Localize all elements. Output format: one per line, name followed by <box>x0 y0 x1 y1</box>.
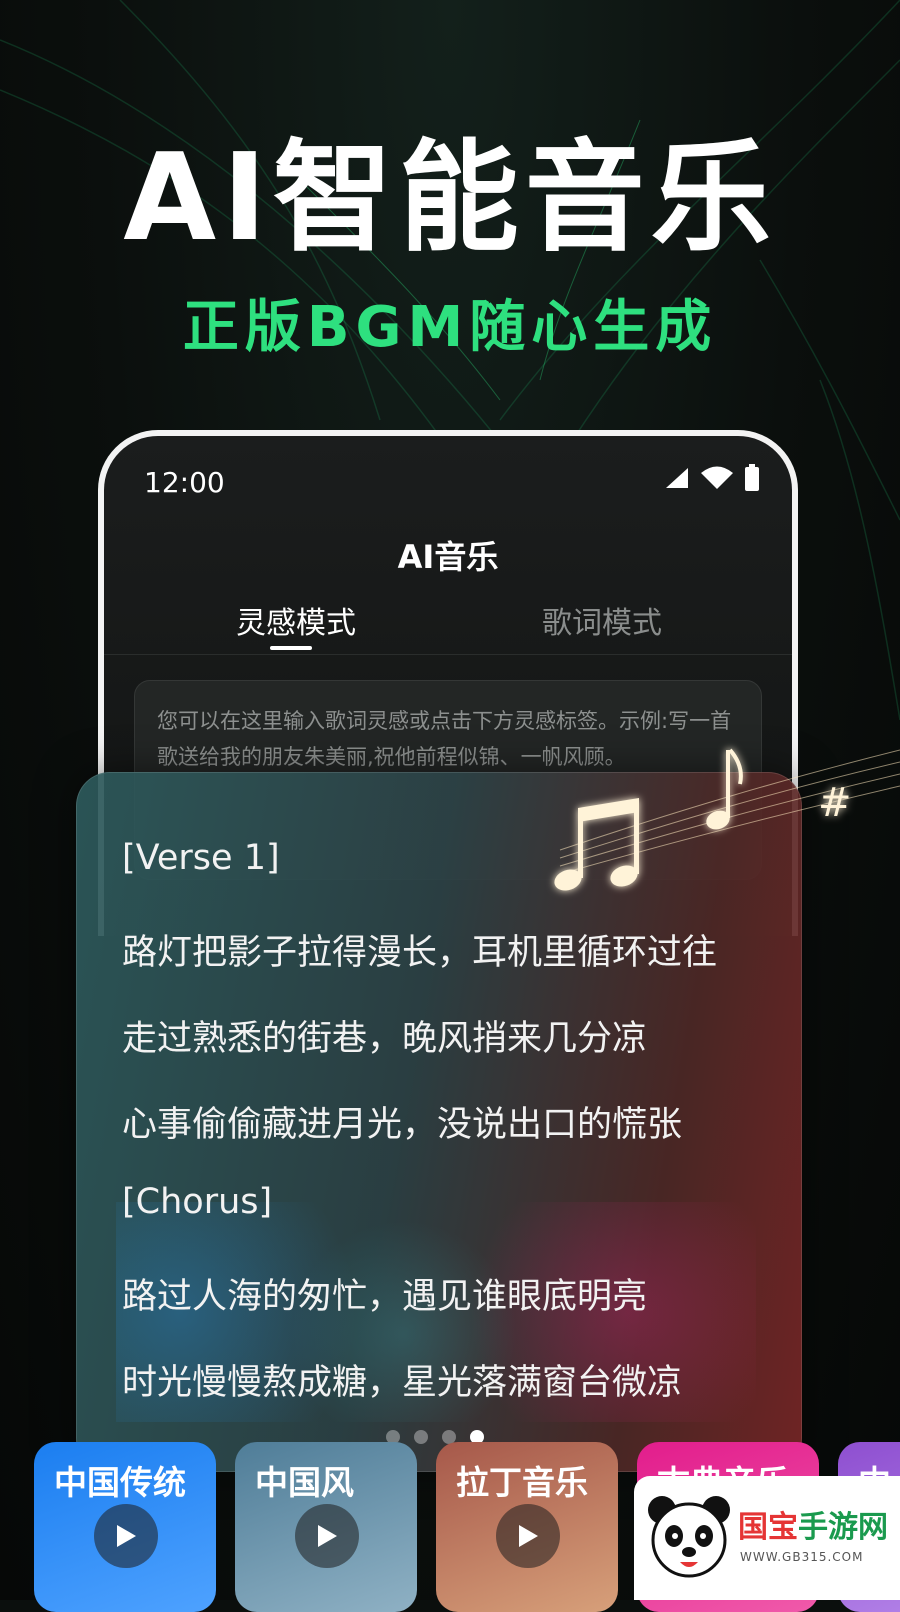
battery-icon <box>745 464 759 491</box>
music-notes-icon: # <box>554 748 900 891</box>
play-icon <box>519 1525 538 1547</box>
lyric-line: 时光慢慢熬成糖，星光落满窗台微凉 <box>122 1363 683 1403</box>
lyric-line: [Chorus] <box>122 1182 273 1222</box>
carousel-dot[interactable] <box>414 1430 428 1444</box>
genre-tile-chinese-style[interactable]: 中国风 <box>235 1442 417 1612</box>
genre-label: 拉丁音乐 <box>456 1463 588 1502</box>
tab-inspiration-mode[interactable]: 灵感模式 <box>236 598 356 642</box>
play-icon <box>117 1525 136 1547</box>
site-watermark: 国宝手游网 WWW.GB315.COM <box>634 1476 900 1600</box>
tab-divider <box>104 654 792 655</box>
lyric-line: 路灯把影子拉得漫长，耳机里循环过往 <box>122 933 718 973</box>
genre-label: 中国传统 <box>54 1463 186 1502</box>
status-time: 12:00 <box>144 466 225 499</box>
app-title: AI音乐 <box>397 538 499 576</box>
lyric-line: 心事偷偷藏进月光，没说出口的慌张 <box>122 1105 683 1145</box>
signal-icon <box>666 468 688 488</box>
svg-text:#: # <box>818 780 852 826</box>
play-icon <box>318 1525 337 1547</box>
tab-lyrics-mode[interactable]: 歌词模式 <box>542 598 662 642</box>
lyric-line: 走过熟悉的街巷，晚风捎来几分凉 <box>122 1019 648 1059</box>
lyric-line: [Verse 1] <box>122 838 280 878</box>
wifi-icon <box>701 466 733 489</box>
play-button[interactable] <box>295 1504 359 1568</box>
panda-logo-icon <box>648 1496 730 1578</box>
status-icons <box>664 464 760 492</box>
genre-label: 中国风 <box>255 1463 354 1502</box>
hero-subtitle: 正版BGM随心生成 <box>182 295 718 360</box>
play-button[interactable] <box>94 1504 158 1568</box>
genre-tile-latin-music[interactable]: 拉丁音乐 <box>436 1442 618 1612</box>
hero-title: AI智能音乐 <box>123 129 777 268</box>
genre-tile-chinese-traditional[interactable]: 中国传统 <box>34 1442 216 1612</box>
active-tab-indicator <box>270 646 312 650</box>
watermark-name: 国宝手游网 <box>738 1510 888 1545</box>
play-button[interactable] <box>496 1504 560 1568</box>
lyric-line: 路过人海的匆忙，遇见谁眼底明亮 <box>122 1277 648 1317</box>
watermark-url: WWW.GB315.COM <box>740 1550 864 1564</box>
